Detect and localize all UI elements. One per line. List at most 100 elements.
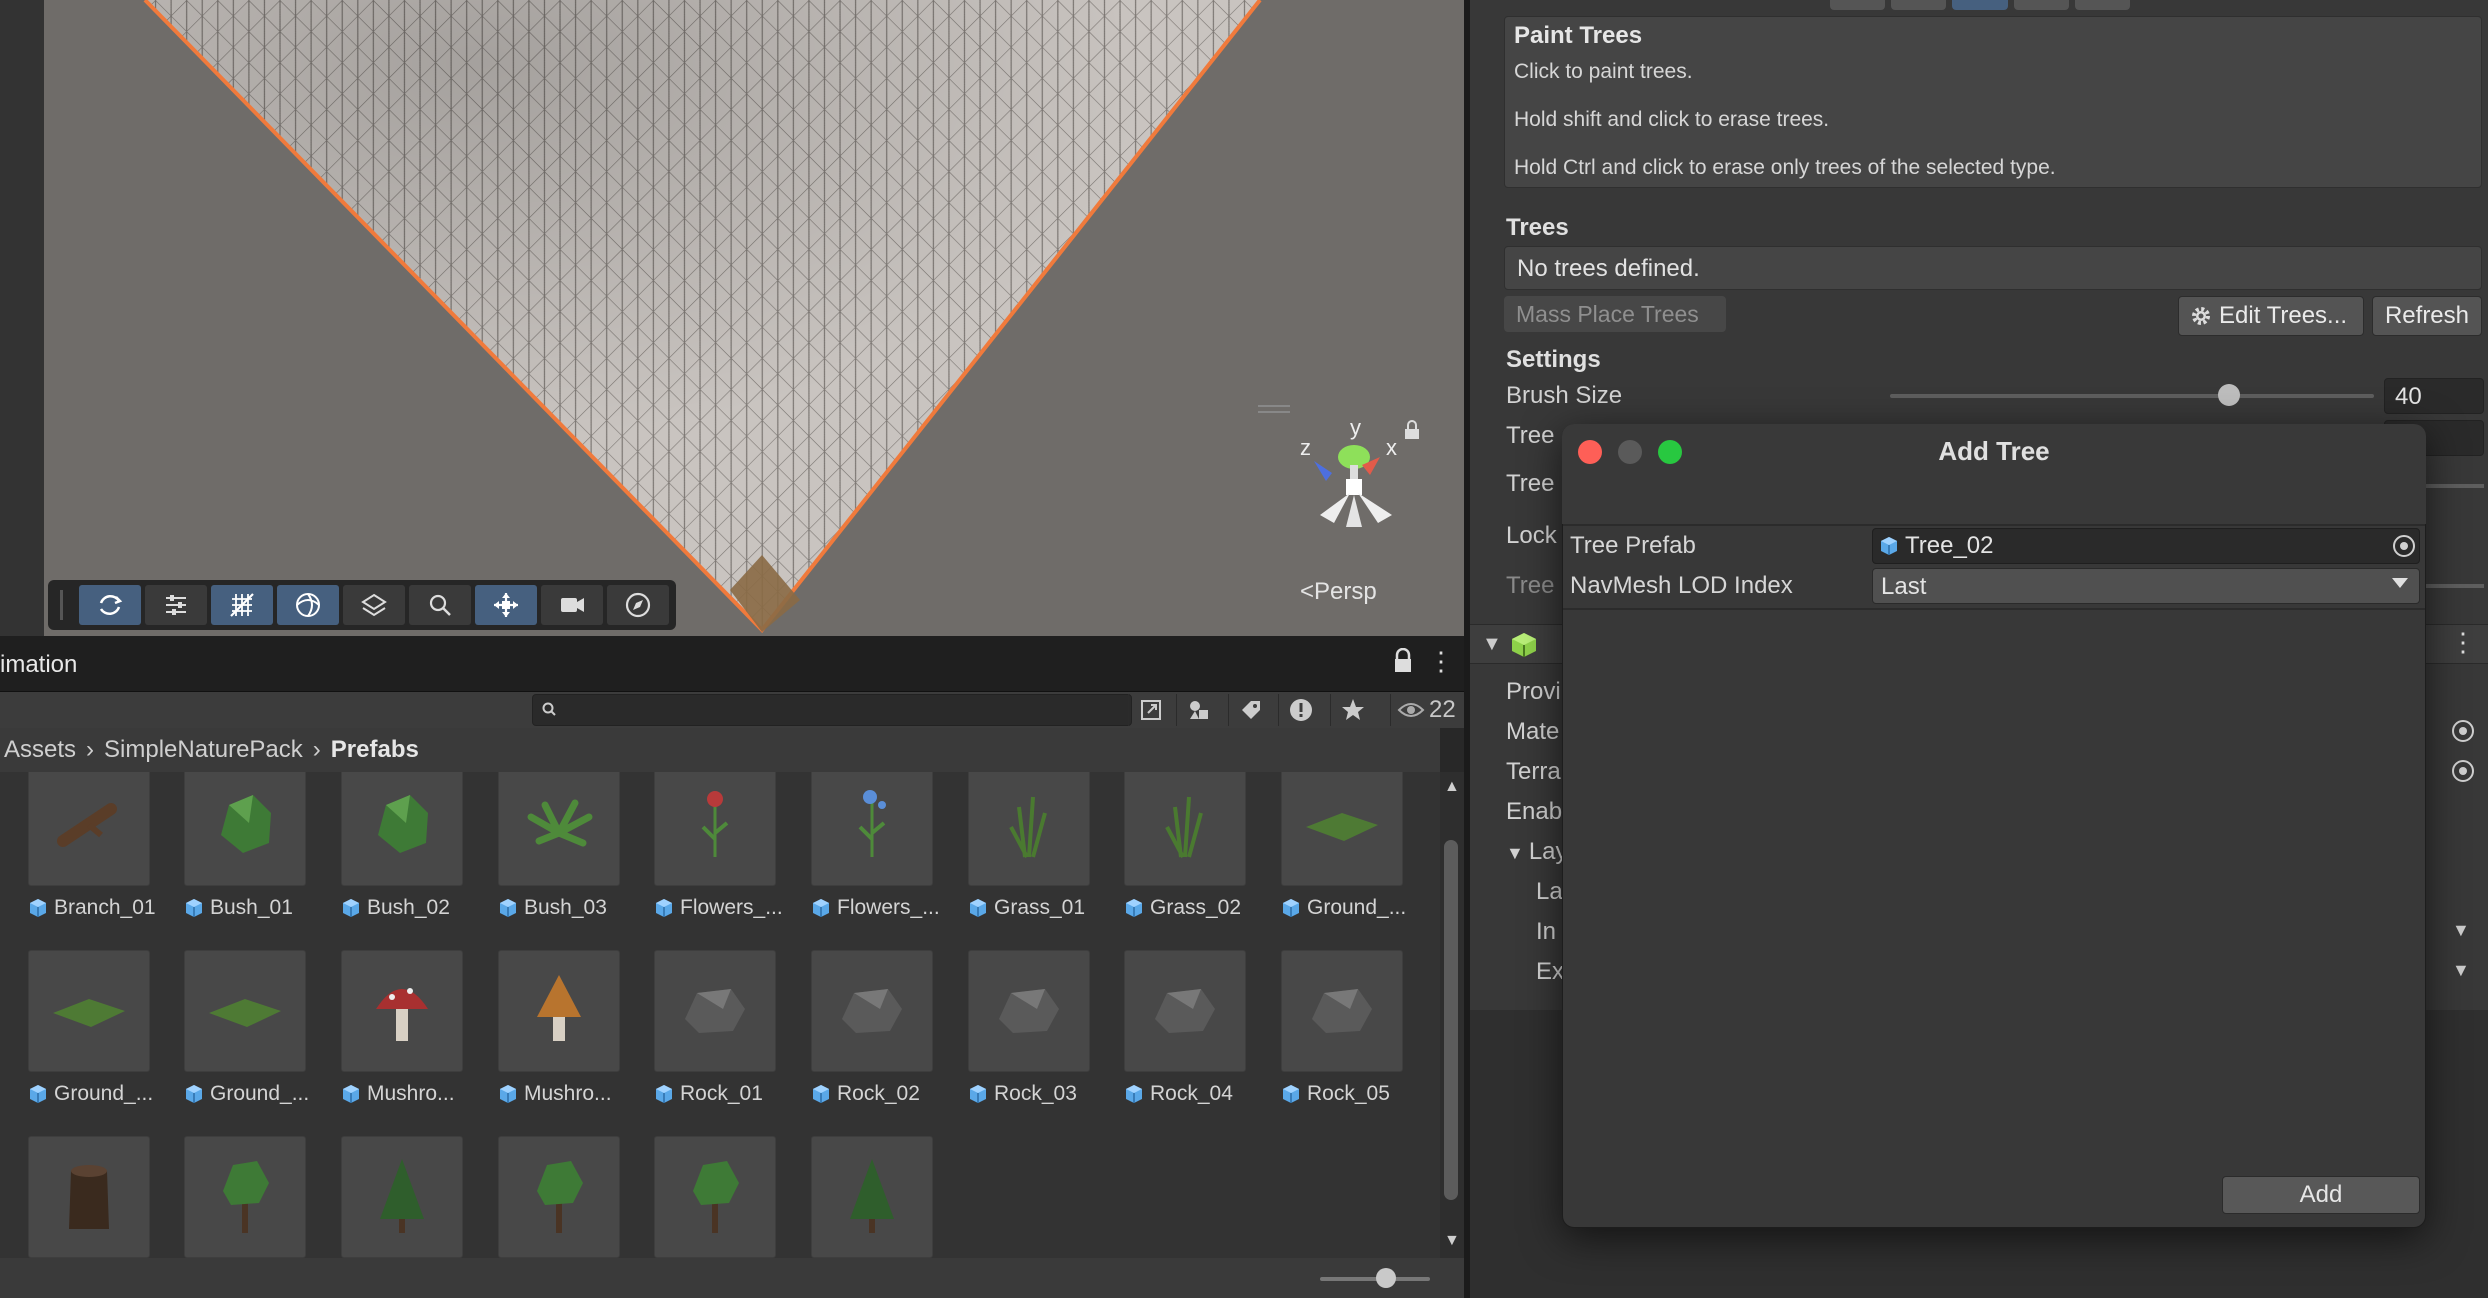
asset-tile[interactable]: Mushro... bbox=[311, 950, 463, 1106]
asset-thumbnail bbox=[1281, 950, 1403, 1072]
tree-icon bbox=[675, 1155, 755, 1240]
scroll-up-icon[interactable]: ▲ bbox=[1444, 778, 1460, 796]
tree-prefab-field[interactable]: Tree_02 bbox=[1872, 528, 2420, 564]
asset-tile[interactable]: Rock_04 bbox=[1094, 950, 1246, 1106]
camera-button[interactable] bbox=[541, 585, 603, 625]
scroll-down-icon[interactable]: ▼ bbox=[1444, 1232, 1460, 1250]
object-picker-icon[interactable] bbox=[2452, 720, 2474, 742]
asset-tile[interactable]: Tree_03 bbox=[468, 1136, 620, 1258]
grid-snap-button[interactable] bbox=[211, 585, 273, 625]
brush-size-field[interactable]: 40 bbox=[2384, 378, 2484, 414]
projection-toggle[interactable]: <Persp bbox=[1300, 578, 1377, 606]
asset-tile[interactable]: Rock_03 bbox=[938, 950, 1090, 1106]
slider-handle[interactable] bbox=[1376, 1268, 1396, 1288]
chevron-down-icon[interactable]: ▼ bbox=[2452, 960, 2470, 981]
asset-name: Grass_02 bbox=[1150, 896, 1242, 919]
gizmo-z-label: z bbox=[1300, 435, 1311, 460]
filter-by-label-button[interactable] bbox=[1228, 694, 1272, 726]
scene-view[interactable] bbox=[0, 0, 1464, 636]
breadcrumb-assets[interactable]: Assets bbox=[4, 736, 76, 764]
asset-tile[interactable]: Bush_03 bbox=[468, 772, 620, 920]
brush-size-slider[interactable] bbox=[1890, 394, 2374, 398]
navmesh-lod-dropdown[interactable]: Last bbox=[1872, 568, 2420, 604]
tree-list: No trees defined. bbox=[1504, 246, 2482, 290]
object-picker-icon[interactable] bbox=[2452, 760, 2474, 782]
help-line: Click to paint trees. bbox=[1514, 60, 1693, 83]
kebab-menu-icon[interactable]: ⋮ bbox=[1428, 648, 1454, 676]
asset-tile[interactable]: Rock_02 bbox=[781, 950, 933, 1106]
asset-tile[interactable]: Stump_01 bbox=[0, 1136, 150, 1258]
move-tool-button[interactable] bbox=[475, 585, 537, 625]
asset-tile[interactable]: Branch_01 bbox=[0, 772, 156, 920]
asset-tile[interactable]: Mushro... bbox=[468, 950, 620, 1106]
prefab-cube-icon bbox=[500, 1085, 516, 1103]
asset-tile[interactable]: Ground_... bbox=[1251, 772, 1406, 920]
asset-tile[interactable]: Flowers_... bbox=[624, 772, 783, 920]
rock-icon bbox=[1302, 969, 1382, 1054]
asset-thumbnail bbox=[1281, 772, 1403, 886]
chevron-down-icon[interactable]: ▼ bbox=[2452, 920, 2470, 941]
add-button[interactable]: Add bbox=[2222, 1176, 2420, 1214]
terrain-tab[interactable] bbox=[1891, 0, 1947, 10]
terrain-tab[interactable] bbox=[2074, 0, 2131, 10]
breadcrumb: Assets › SimpleNaturePack › Prefabs bbox=[0, 728, 1440, 772]
asset-tile[interactable]: Grass_01 bbox=[938, 772, 1090, 920]
asset-tile[interactable]: Tree_05 bbox=[781, 1136, 933, 1258]
toolbar-grip[interactable] bbox=[60, 590, 63, 620]
asset-tile[interactable]: Tree_01 bbox=[154, 1136, 306, 1258]
breadcrumb-simplenaturepack[interactable]: SimpleNaturePack bbox=[104, 736, 303, 764]
asset-tile[interactable]: Rock_05 bbox=[1251, 950, 1403, 1106]
asset-tile[interactable]: Rock_01 bbox=[624, 950, 776, 1106]
asset-name: Bush_01 bbox=[210, 896, 293, 919]
asset-name: Flowers_... bbox=[837, 896, 940, 919]
breadcrumb-prefabs[interactable]: Prefabs bbox=[331, 736, 419, 764]
layers-button[interactable] bbox=[343, 585, 405, 625]
asset-thumbnail bbox=[654, 1136, 776, 1258]
lock-icon[interactable] bbox=[1392, 648, 1414, 674]
globe-button[interactable] bbox=[277, 585, 339, 625]
hidden-packages-toggle[interactable]: 22 bbox=[1390, 694, 1460, 726]
asset-tile[interactable]: Flowers_... bbox=[781, 772, 940, 920]
terrain-tab[interactable] bbox=[1830, 0, 1886, 10]
filter-by-issue-button[interactable] bbox=[1278, 694, 1322, 726]
prefab-cube-icon bbox=[813, 1085, 829, 1103]
globe-icon bbox=[296, 593, 320, 617]
chevron-down-icon[interactable] bbox=[2392, 578, 2408, 588]
tag-icon bbox=[1241, 701, 1260, 719]
slider-handle[interactable] bbox=[2217, 384, 2240, 406]
compass-button[interactable] bbox=[607, 585, 669, 625]
filter-by-type-button[interactable] bbox=[1176, 694, 1220, 726]
orbit-button[interactable] bbox=[79, 585, 141, 625]
tool-settings-button[interactable] bbox=[145, 585, 207, 625]
asset-tile[interactable]: Tree_04 bbox=[624, 1136, 776, 1258]
prefab-cube-icon bbox=[500, 899, 516, 917]
asset-tile[interactable]: Ground_... bbox=[154, 950, 309, 1106]
edit-trees-button[interactable]: Edit Trees... bbox=[2178, 296, 2364, 336]
terrain-tab[interactable] bbox=[2013, 0, 2069, 10]
kebab-menu-icon[interactable]: ⋮ bbox=[2450, 627, 2476, 658]
orientation-gizmo[interactable]: y x z bbox=[1290, 415, 1430, 565]
terrain-tab-paint-trees[interactable] bbox=[1952, 0, 2008, 10]
search-in-scene-button[interactable] bbox=[1128, 694, 1172, 726]
thumbnail-size-slider[interactable] bbox=[1320, 1277, 1430, 1281]
foldout-arrow-icon[interactable]: ▼ bbox=[1482, 633, 1502, 656]
asset-tile[interactable]: Ground_... bbox=[0, 950, 153, 1106]
tab-animation[interactable]: imation bbox=[0, 651, 77, 679]
search-input[interactable] bbox=[532, 694, 1132, 726]
bush-icon bbox=[205, 783, 285, 868]
fern-icon bbox=[519, 783, 599, 868]
sliders-icon bbox=[166, 595, 186, 615]
asset-tile[interactable]: Grass_02 bbox=[1094, 772, 1246, 920]
object-picker-icon[interactable] bbox=[2393, 535, 2415, 557]
terrain-tool-tabs bbox=[1830, 0, 2131, 10]
asset-tile[interactable]: Bush_02 bbox=[311, 772, 463, 920]
favorites-button[interactable] bbox=[1330, 694, 1374, 726]
rock-icon bbox=[1145, 969, 1225, 1054]
asset-tile[interactable]: Bush_01 bbox=[154, 772, 306, 920]
asset-tile[interactable]: Tree_02 bbox=[311, 1136, 463, 1258]
asset-thumbnail bbox=[968, 950, 1090, 1072]
search-scene-button[interactable] bbox=[409, 585, 471, 625]
orbit-icon bbox=[99, 594, 123, 616]
scrollbar-thumb[interactable] bbox=[1444, 840, 1458, 1200]
refresh-button[interactable]: Refresh bbox=[2372, 296, 2482, 336]
